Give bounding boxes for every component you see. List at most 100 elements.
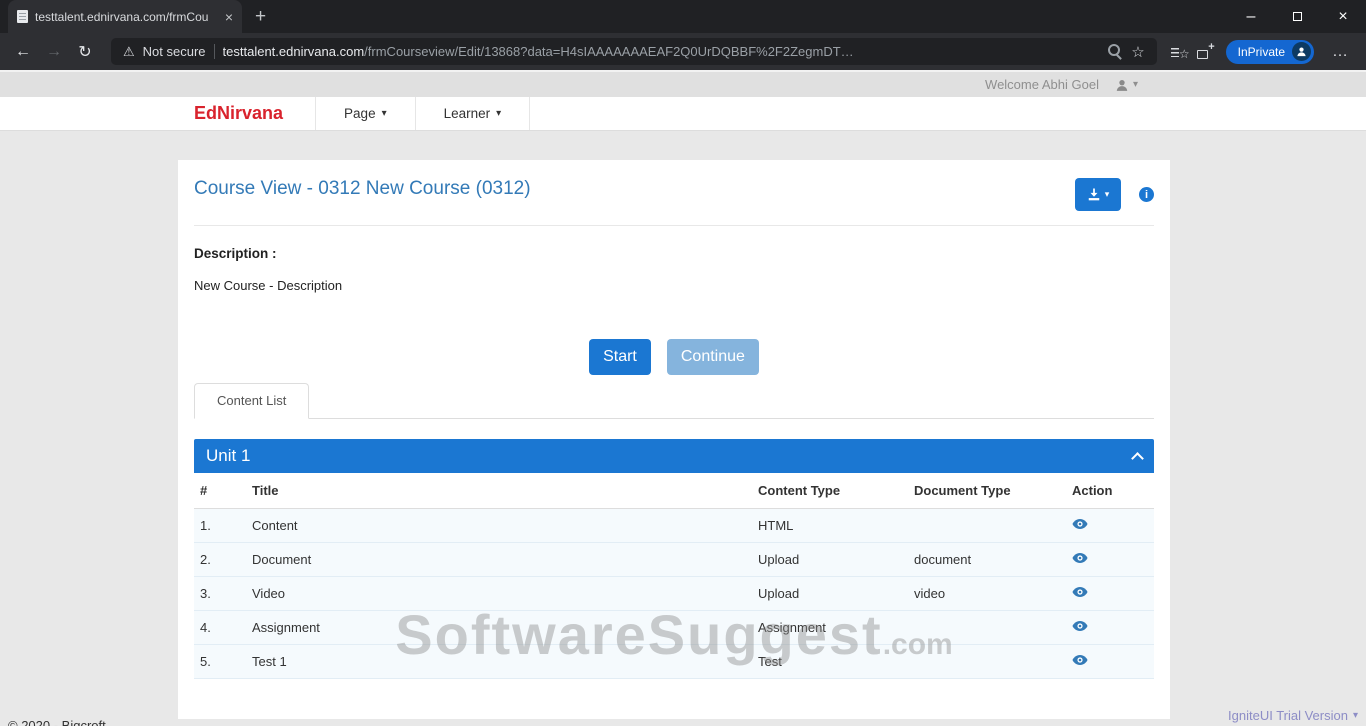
window-close-button[interactable]: × xyxy=(1320,0,1366,33)
trial-version-text: IgniteUI Trial Version xyxy=(1228,708,1348,723)
tab-bar: Content List xyxy=(194,383,1154,419)
table-row: 1. Content HTML xyxy=(194,509,1154,543)
inprivate-badge[interactable]: InPrivate xyxy=(1226,40,1314,64)
view-icon[interactable] xyxy=(1072,654,1088,666)
page-body: Welcome Abhi Goel ▾ EdNirvana Page ▾ Lea… xyxy=(0,70,1366,726)
person-icon xyxy=(1296,46,1307,57)
cell-content-type: Upload xyxy=(752,577,908,611)
url-path: /frmCourseview/Edit/13868?data=H4sIAAAAA… xyxy=(364,44,854,59)
favorite-star-icon[interactable]: ☆ xyxy=(1131,43,1144,61)
browser-tab[interactable]: testtalent.ednirvana.com/frmCou × xyxy=(8,0,242,33)
welcome-text: Welcome Abhi Goel xyxy=(985,77,1099,92)
cell-content-type: Test xyxy=(752,645,908,679)
continue-button[interactable]: Continue xyxy=(667,339,759,375)
table-row: 5. Test 1 Test xyxy=(194,645,1154,679)
divider xyxy=(194,225,1154,226)
maximize-icon xyxy=(1293,12,1302,21)
favorites-bar-icon[interactable]: ☆ xyxy=(1170,43,1190,61)
new-tab-button[interactable]: + xyxy=(242,6,279,28)
cell-num: 5. xyxy=(194,645,246,679)
chevron-down-icon: ▾ xyxy=(1133,79,1138,90)
info-icon[interactable]: i xyxy=(1139,187,1154,202)
column-header: Document Type xyxy=(908,473,1066,509)
brand-logo[interactable]: EdNirvana xyxy=(194,97,315,130)
chevron-up-icon[interactable] xyxy=(1131,452,1144,465)
view-icon[interactable] xyxy=(1072,586,1088,598)
cell-document-type xyxy=(908,509,1066,543)
nav-page-dropdown[interactable]: Page ▾ xyxy=(315,97,415,130)
not-secure-label[interactable]: Not secure xyxy=(143,44,206,59)
card-header: Course View - 0312 New Course (0312) ▾ i xyxy=(194,160,1154,211)
header-actions: ▾ i xyxy=(1075,178,1154,211)
table-header-row: # Title Content Type Document Type Actio… xyxy=(194,473,1154,509)
url-host: testtalent.ednirvana.com xyxy=(223,44,365,59)
collections-icon[interactable]: + xyxy=(1195,43,1215,61)
cell-content-type: Upload xyxy=(752,543,908,577)
nav-learner-label: Learner xyxy=(444,106,491,121)
zoom-icon[interactable] xyxy=(1108,44,1123,59)
view-icon[interactable] xyxy=(1072,518,1088,530)
app-navbar: EdNirvana Page ▾ Learner ▾ xyxy=(0,97,1366,131)
copyright-text: © 2020 - Bigcroft xyxy=(8,718,106,726)
view-icon[interactable] xyxy=(1072,620,1088,632)
browser-toolbar: ← → ↻ ⚠ Not secure testtalent.ednirvana.… xyxy=(0,33,1366,70)
warning-icon: ⚠ xyxy=(123,44,135,60)
nav-learner-dropdown[interactable]: Learner ▾ xyxy=(415,97,531,130)
address-divider xyxy=(214,44,215,59)
chevron-down-icon: ▾ xyxy=(1105,189,1110,200)
tab-title: testtalent.ednirvana.com/frmCou xyxy=(35,10,219,24)
cell-title: Video xyxy=(246,577,752,611)
table-row: 3. Video Upload video xyxy=(194,577,1154,611)
page-title: Course View - 0312 New Course (0312) xyxy=(194,178,531,200)
refresh-button[interactable]: ↻ xyxy=(72,42,98,62)
cell-content-type: HTML xyxy=(752,509,908,543)
tab-close-icon[interactable]: × xyxy=(225,9,233,25)
user-icon xyxy=(1115,78,1129,92)
download-button[interactable]: ▾ xyxy=(1075,178,1121,211)
table-row: 2. Document Upload document xyxy=(194,543,1154,577)
cell-num: 1. xyxy=(194,509,246,543)
inprivate-label: InPrivate xyxy=(1238,45,1285,59)
more-menu-button[interactable]: … xyxy=(1325,43,1356,61)
welcome-strip: Welcome Abhi Goel ▾ xyxy=(0,72,1366,97)
browser-titlebar: testtalent.ednirvana.com/frmCou × + – × xyxy=(0,0,1366,33)
minimize-button[interactable]: – xyxy=(1228,0,1274,33)
column-header: Content Type xyxy=(752,473,908,509)
column-header: Action xyxy=(1066,473,1154,509)
start-button[interactable]: Start xyxy=(589,339,651,375)
cell-title: Test 1 xyxy=(246,645,752,679)
content-table: # Title Content Type Document Type Actio… xyxy=(194,473,1154,679)
trial-version-badge[interactable]: IgniteUI Trial Version ▾ xyxy=(1228,708,1358,723)
column-header: # xyxy=(194,473,246,509)
chevron-down-icon: ▾ xyxy=(496,108,501,119)
description-text: New Course - Description xyxy=(194,278,1154,293)
forward-button[interactable]: → xyxy=(41,43,67,61)
unit-panel: Unit 1 # Title Content Type Document Typ… xyxy=(194,439,1154,679)
chevron-down-icon: ▾ xyxy=(382,108,387,119)
unit-title: Unit 1 xyxy=(206,446,250,466)
unit-header[interactable]: Unit 1 xyxy=(194,439,1154,473)
course-view-card: Course View - 0312 New Course (0312) ▾ i… xyxy=(178,160,1170,719)
back-button[interactable]: ← xyxy=(10,43,36,61)
download-icon xyxy=(1087,188,1101,202)
chevron-down-icon: ▾ xyxy=(1353,710,1358,721)
nav-page-label: Page xyxy=(344,106,376,121)
tab-content-list[interactable]: Content List xyxy=(194,383,309,419)
user-menu[interactable]: ▾ xyxy=(1115,78,1138,92)
cell-num: 2. xyxy=(194,543,246,577)
action-buttons: Start Continue xyxy=(194,339,1154,375)
cell-document-type: document xyxy=(908,543,1066,577)
table-row: 4. Assignment Assignment xyxy=(194,611,1154,645)
cell-document-type xyxy=(908,645,1066,679)
cell-num: 3. xyxy=(194,577,246,611)
view-icon[interactable] xyxy=(1072,552,1088,564)
url-text[interactable]: testtalent.ednirvana.com/frmCourseview/E… xyxy=(223,44,1101,59)
column-header: Title xyxy=(246,473,752,509)
cell-document-type xyxy=(908,611,1066,645)
maximize-button[interactable] xyxy=(1274,0,1320,33)
cell-content-type: Assignment xyxy=(752,611,908,645)
description-label: Description : xyxy=(194,246,1154,261)
cell-num: 4. xyxy=(194,611,246,645)
profile-avatar-icon[interactable] xyxy=(1292,42,1311,61)
address-bar[interactable]: ⚠ Not secure testtalent.ednirvana.com/fr… xyxy=(111,38,1157,65)
